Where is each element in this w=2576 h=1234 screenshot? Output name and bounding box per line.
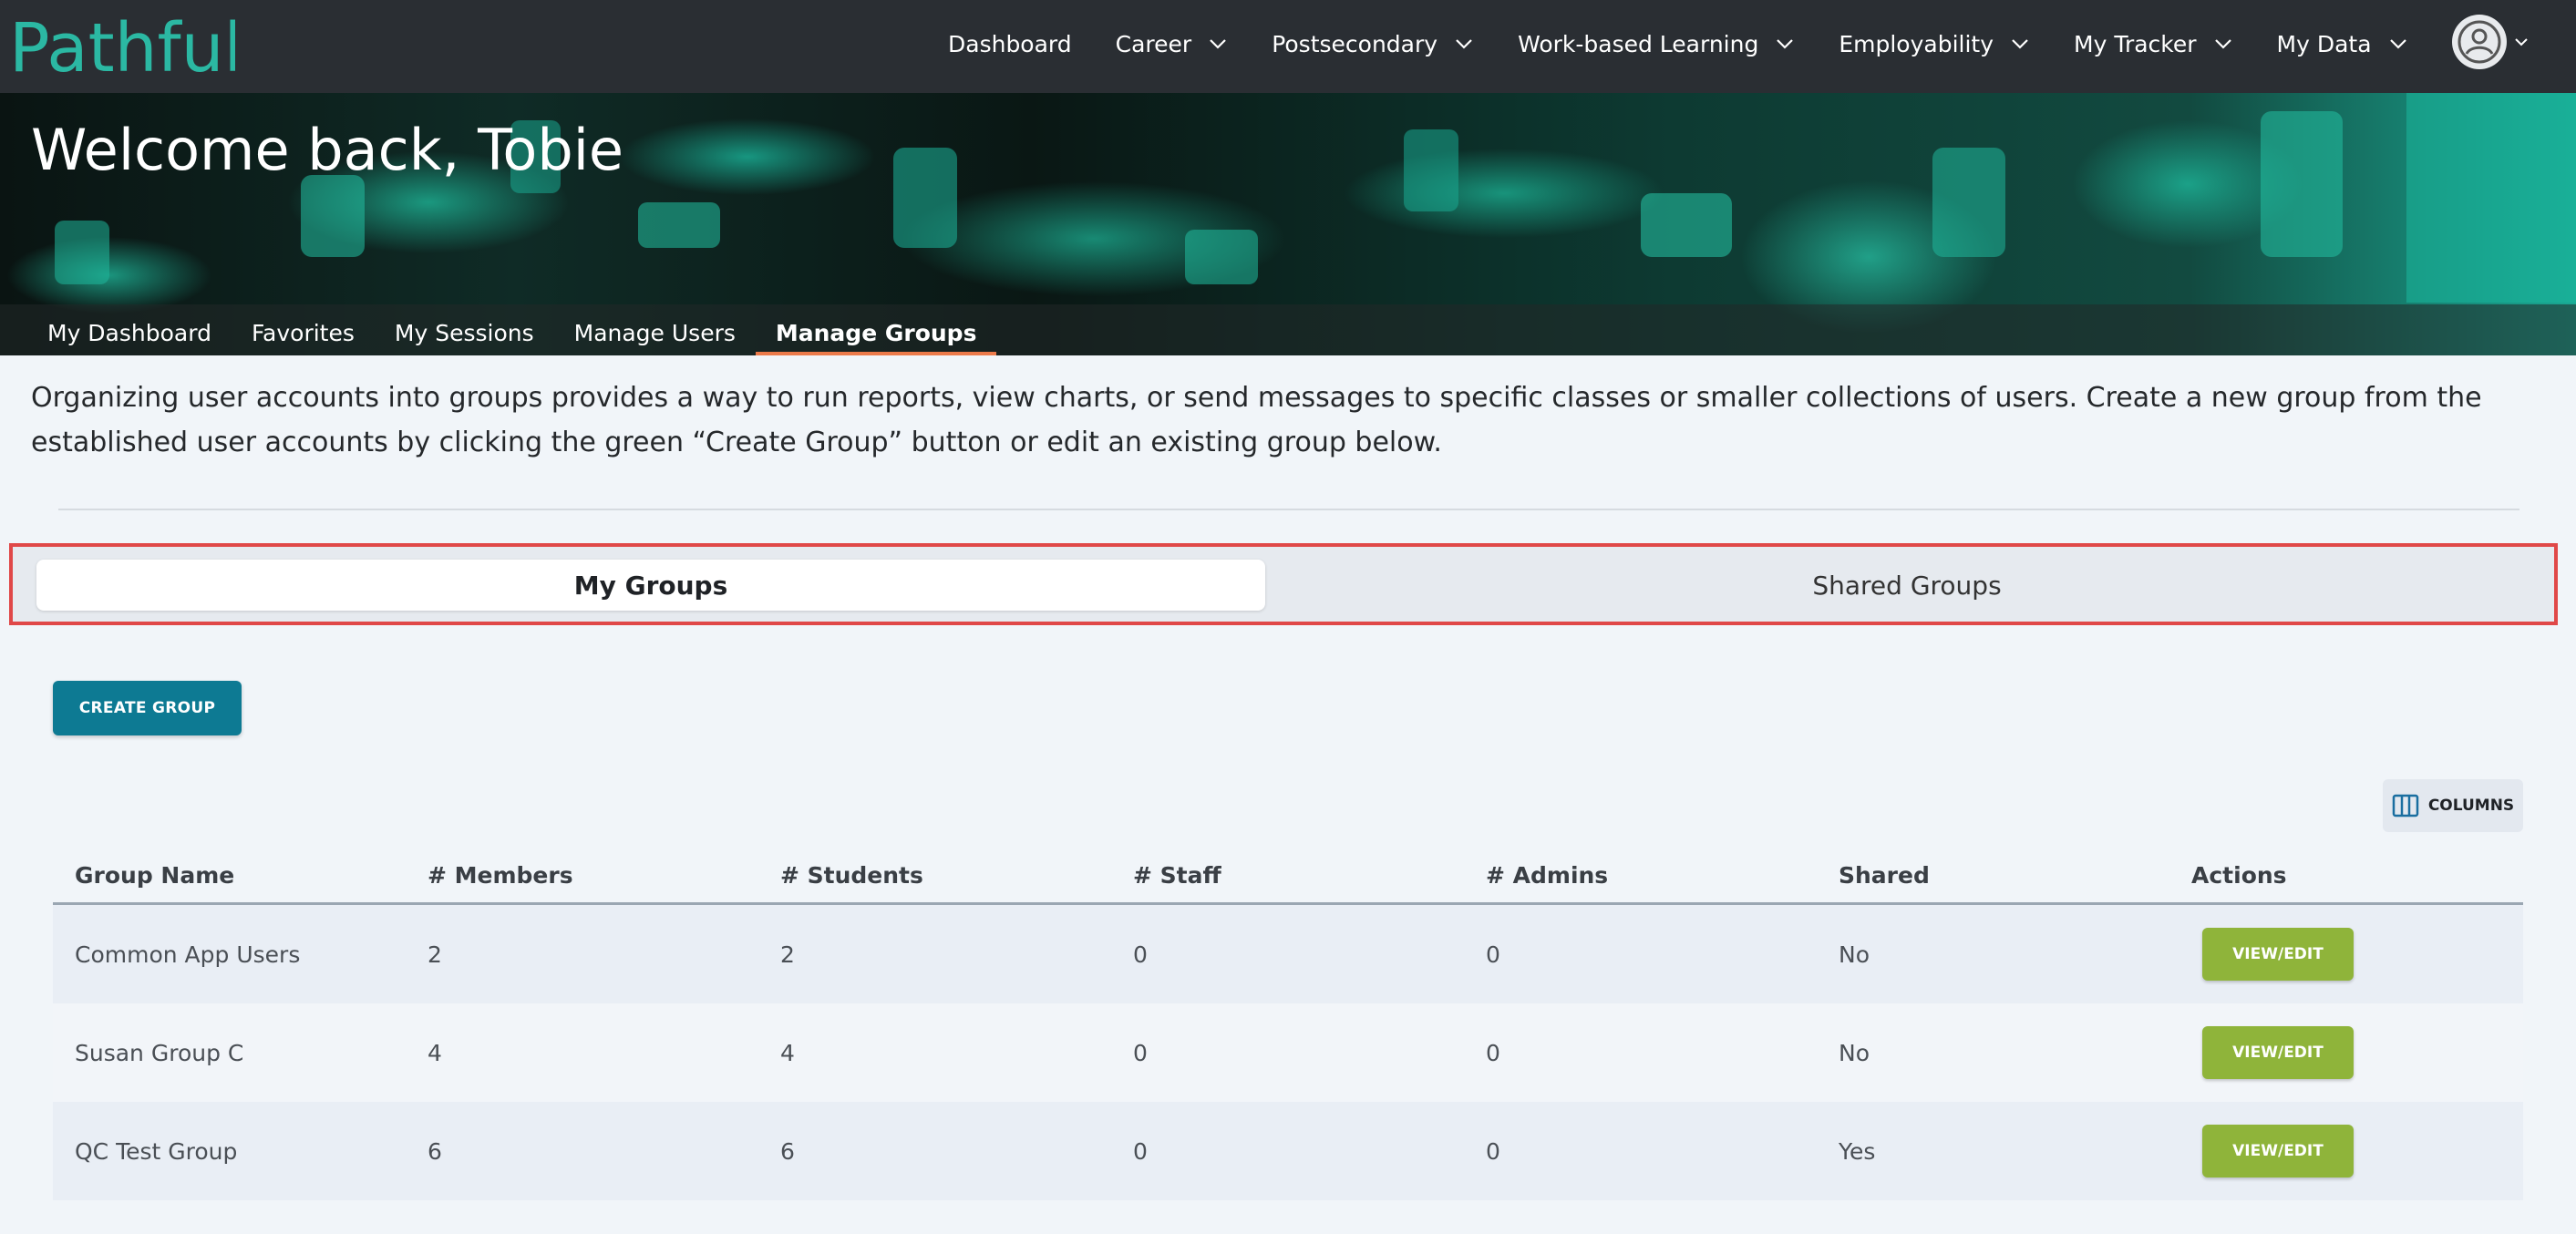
cell-admins: 0 (1486, 1137, 1500, 1165)
cell-students: 4 (780, 1039, 795, 1066)
cell-staff: 0 (1133, 1039, 1148, 1066)
cell-staff: 0 (1133, 941, 1148, 968)
cell-group-name: QC Test Group (75, 1137, 238, 1165)
nav-item-label: Dashboard (948, 30, 1072, 57)
subnav-item-my-sessions[interactable]: My Sessions (375, 314, 554, 355)
cell-shared: Yes (1839, 1137, 1876, 1165)
chevron-down-icon (1210, 39, 1226, 49)
logo-text: Pathful (9, 9, 235, 87)
subnav-item-favorites[interactable]: Favorites (232, 314, 375, 355)
columns-icon (2392, 794, 2419, 818)
groups-table: Group Name # Members # Students # Staff … (53, 848, 2523, 1200)
cell-shared: No (1839, 941, 1870, 968)
welcome-banner: Welcome back, Tobie My Dashboard Favorite… (0, 93, 2576, 355)
pathful-logo[interactable]: Pathful (7, 2, 235, 89)
table-row: QC Test Group 6 6 0 0 Yes VIEW/EDIT (53, 1102, 2523, 1200)
nav-item-label: Postsecondary (1272, 30, 1438, 57)
welcome-title: Welcome back, Tobie (31, 117, 624, 183)
table-header: Group Name # Members # Students # Staff … (53, 848, 2523, 905)
tab-my-groups[interactable]: My Groups (36, 560, 1265, 611)
nav-item-my-data[interactable]: My Data (2277, 31, 2408, 57)
cell-group-name: Susan Group C (75, 1039, 244, 1066)
user-menu[interactable] (2452, 15, 2529, 69)
cell-shared: No (1839, 1039, 1870, 1066)
view-edit-button[interactable]: VIEW/EDIT (2202, 928, 2354, 981)
columns-button[interactable]: COLUMNS (2383, 779, 2523, 832)
cell-members: 2 (428, 941, 442, 968)
nav-item-label: Career (1115, 30, 1192, 57)
main-menu: Dashboard Career Postsecondary Work-based L… (948, 0, 2452, 87)
tab-shared-groups[interactable]: Shared Groups (1271, 560, 2543, 611)
subnav-item-manage-users[interactable]: Manage Users (554, 314, 756, 355)
chevron-down-icon (1456, 39, 1472, 49)
chevron-down-icon (2389, 39, 2406, 49)
header-staff[interactable]: # Staff (1111, 862, 1464, 889)
cell-staff: 0 (1133, 1137, 1148, 1165)
table-row: Susan Group C 4 4 0 0 No VIEW/EDIT (53, 1003, 2523, 1102)
avatar-icon[interactable] (2452, 15, 2507, 69)
create-group-button[interactable]: CREATE GROUP (53, 681, 242, 735)
cell-students: 6 (780, 1137, 795, 1165)
header-shared[interactable]: Shared (1817, 862, 2169, 889)
nav-item-work-based-learning[interactable]: Work-based Learning (1518, 31, 1795, 57)
page-description: Organizing user accounts into groups pro… (31, 382, 2482, 458)
header-actions: Actions (2191, 861, 2287, 889)
cell-members: 4 (428, 1039, 442, 1066)
view-edit-button[interactable]: VIEW/EDIT (2202, 1125, 2354, 1177)
nav-item-my-tracker[interactable]: My Tracker (2074, 31, 2233, 57)
table-row: Common App Users 2 2 0 0 No VIEW/EDIT (53, 905, 2523, 1003)
nav-item-career[interactable]: Career (1116, 31, 1229, 57)
nav-item-label: Work-based Learning (1518, 30, 1759, 57)
chevron-down-icon (2012, 39, 2028, 49)
nav-item-postsecondary[interactable]: Postsecondary (1272, 31, 1474, 57)
cell-actions: VIEW/EDIT (2169, 1026, 2523, 1079)
group-tabs: My Groups Shared Groups (9, 543, 2558, 625)
header-admins[interactable]: # Admins (1464, 862, 1817, 889)
view-edit-button[interactable]: VIEW/EDIT (2202, 1026, 2354, 1079)
chevron-down-icon (1777, 39, 1794, 49)
nav-item-employability[interactable]: Employability (1839, 31, 2030, 57)
cell-students: 2 (780, 941, 795, 968)
chevron-down-icon (2214, 39, 2231, 49)
cell-actions: VIEW/EDIT (2169, 1125, 2523, 1177)
nav-item-label: My Tracker (2074, 30, 2197, 57)
subnav-item-manage-groups[interactable]: Manage Groups (755, 314, 997, 355)
top-navbar: Pathful Dashboard Career Postsecondary Work… (0, 0, 2576, 93)
nav-item-label: Employability (1839, 30, 1994, 57)
cell-admins: 0 (1486, 941, 1500, 968)
header-group-name[interactable]: Group Name (53, 862, 406, 889)
cell-group-name: Common App Users (75, 941, 301, 968)
header-students[interactable]: # Students (758, 862, 1111, 889)
chevron-down-icon[interactable] (2514, 36, 2529, 47)
divider (58, 509, 2519, 510)
cell-actions: VIEW/EDIT (2169, 928, 2523, 981)
columns-label: COLUMNS (2427, 797, 2515, 815)
cell-members: 6 (428, 1137, 442, 1165)
subnav-item-my-dashboard[interactable]: My Dashboard (0, 314, 232, 355)
nav-item-dashboard[interactable]: Dashboard (948, 31, 1072, 57)
nav-item-label: My Data (2276, 30, 2372, 57)
dashboard-subnav: My Dashboard Favorites My Sessions Manage U… (0, 304, 2576, 355)
header-members[interactable]: # Members (406, 862, 758, 889)
cell-admins: 0 (1486, 1039, 1500, 1066)
